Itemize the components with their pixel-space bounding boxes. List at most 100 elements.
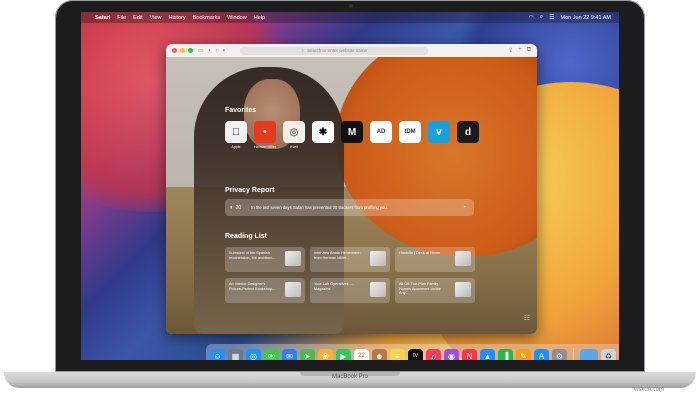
tracker-count: 20	[235, 204, 242, 211]
dock-trash-icon[interactable]: ♻	[601, 348, 616, 360]
zoom-button[interactable]	[188, 48, 193, 53]
favorite-tile-icon: ◎	[283, 121, 305, 143]
reading-list-card-title: All Off-The-Plan Family Homes Apartment …	[399, 282, 441, 296]
wifi-icon[interactable]: ◠	[529, 14, 534, 21]
favorite-label: Herman Miller	[254, 145, 276, 149]
reading-list-thumbnail	[285, 282, 301, 297]
menu-bookmarks[interactable]: Bookmarks	[193, 15, 221, 21]
dock-appstore-icon[interactable]: A	[534, 348, 549, 360]
dock-appletv-icon[interactable]: tv	[408, 348, 423, 360]
reading-list-grid: Surround of the Spanish reconession, the…	[225, 247, 475, 303]
safari-toolbar: ▭ ‹ › ◐ ⌕ Search or enter website name ⇪…	[166, 44, 537, 57]
favorite-item[interactable]: AD	[370, 121, 392, 149]
reading-list-card[interactable]: Surround of the Spanish reconession, the…	[225, 247, 305, 272]
reading-list-card-title: An Interior Designer's Picture-Perfect B…	[229, 282, 276, 291]
reading-list-card-title: Hastolfo | Desk at Home	[399, 251, 441, 255]
reading-list-title: Reading List	[225, 233, 268, 240]
menu-clock[interactable]: Mon Jun 22 9:41 AM	[561, 15, 611, 21]
dock-safari-icon[interactable]: ◎	[246, 348, 261, 360]
dock-calendar-icon[interactable]: 22	[354, 348, 369, 360]
dock: ☺ ▦ ◎ ✉ ✉ ➤ ❀ ▶ 22 ☻ ≡ tv ♫ ◉ N ▲ ▐ ✎ A ⚙ ♻	[206, 344, 619, 360]
share-icon[interactable]: ⇪	[508, 47, 513, 54]
dock-podcasts-icon[interactable]: ◉	[444, 348, 459, 360]
menu-edit[interactable]: Edit	[133, 15, 142, 21]
favorite-item[interactable]: d	[457, 121, 479, 149]
minimize-button[interactable]	[180, 48, 185, 53]
menu-view[interactable]: View	[150, 15, 162, 21]
address-placeholder: Search or enter website name	[307, 48, 368, 53]
more-icon[interactable]: ◔	[462, 205, 466, 211]
dock-separator	[573, 348, 574, 360]
control-center-icon[interactable]: ☰	[549, 14, 554, 21]
favorite-item[interactable]: v	[428, 121, 450, 149]
privacy-shield-icon[interactable]: ◐	[223, 48, 227, 54]
dock-notes-icon[interactable]: ≡	[390, 348, 405, 360]
dock-finder-icon[interactable]: ☺	[210, 348, 225, 360]
menu-file[interactable]: File	[117, 15, 126, 21]
new-tab-icon[interactable]: +	[518, 47, 522, 54]
search-icon[interactable]: ⌕	[540, 14, 543, 21]
privacy-report-card[interactable]: ◐ 20 In the last seven days Safari has p…	[225, 199, 474, 216]
dock-launchpad-icon[interactable]: ▦	[228, 348, 243, 360]
reading-list-card[interactable]: An Interior Designer's Picture-Perfect B…	[225, 278, 305, 303]
forward-icon[interactable]: ›	[216, 48, 218, 54]
reading-list-card-title: Your Lab Operatives — Magazine	[314, 282, 354, 291]
close-button[interactable]	[172, 48, 177, 53]
safari-window: ▭ ‹ › ◐ ⌕ Search or enter website name ⇪…	[166, 44, 537, 334]
favorite-item[interactable]: ◎ Kvell	[283, 121, 305, 149]
dock-photos-icon[interactable]: ❀	[318, 348, 333, 360]
reading-list-card-title: Surround of the Spanish reconession, the…	[229, 251, 276, 260]
favorite-item[interactable]: tDM	[399, 121, 421, 149]
search-icon: ⌕	[301, 48, 305, 53]
favorite-label: Kvell	[290, 145, 298, 149]
device-label: MacBook Pro	[331, 374, 368, 380]
dock-contacts-icon[interactable]: ☻	[372, 348, 387, 360]
favorite-item[interactable]:  Apple	[225, 121, 247, 149]
start-page: Favorites  Apple • Herman Miller ◎ Kvell ✱ M AD…	[166, 57, 537, 334]
favorite-tile-icon: d	[457, 121, 479, 143]
menu-help[interactable]: Help	[254, 15, 265, 21]
window-controls	[172, 48, 193, 53]
favorite-item[interactable]: M	[341, 121, 363, 149]
reading-list-card[interactable]: Your Lab Operatives — Magazine	[310, 278, 390, 303]
dock-systempreferences-icon[interactable]: ⚙	[552, 348, 567, 360]
favorites-title: Favorites	[225, 107, 257, 114]
favorite-tile-icon: •	[254, 121, 276, 143]
desktop-screen: Safari File Edit View History Bookmarks …	[81, 12, 619, 360]
favorite-item[interactable]: • Herman Miller	[254, 121, 276, 149]
dock-news-icon[interactable]: N	[462, 348, 477, 360]
favorites-grid:  Apple • Herman Miller ◎ Kvell ✱ M AD tDM vd	[225, 121, 479, 149]
favorite-tile-icon: ✱	[312, 121, 334, 143]
dock-maps-icon[interactable]: ➤	[300, 348, 315, 360]
dock-messages-icon[interactable]: ✉	[264, 348, 279, 360]
menu-app-safari[interactable]: Safari	[95, 15, 110, 21]
sidebar-icon[interactable]: ▭	[198, 47, 204, 54]
address-bar[interactable]: ⌕ Search or enter website name	[240, 46, 429, 55]
dock-mail-icon[interactable]: ✉	[282, 348, 297, 360]
privacy-report-title: Privacy Report	[225, 187, 275, 194]
dock-keynote-icon[interactable]: ▲	[480, 348, 495, 360]
dock-downloads-folder-icon[interactable]	[580, 348, 598, 360]
watermark: wsxdn.com	[634, 387, 665, 393]
favorite-tile-icon: AD	[370, 121, 392, 143]
favorite-tile-icon: tDM	[399, 121, 421, 143]
reading-list-card[interactable]: Hastolfo | Desk at Home	[395, 247, 475, 272]
favorite-tile-icon: M	[341, 121, 363, 143]
back-icon[interactable]: ‹	[209, 48, 211, 54]
dock-pages-icon[interactable]: ✎	[516, 348, 531, 360]
reading-list-thumbnail	[285, 251, 301, 266]
menu-history[interactable]: History	[168, 15, 185, 21]
tab-overview-icon[interactable]: ⧉	[527, 47, 531, 54]
dock-facetime-icon[interactable]: ▶	[336, 348, 351, 360]
favorite-tile-icon: v	[428, 121, 450, 143]
reading-list-card[interactable]: All Off-The-Plan Family Homes Apartment …	[395, 278, 475, 303]
reading-list-thumbnail	[455, 282, 471, 297]
menu-window[interactable]: Window	[227, 15, 247, 21]
dock-numbers-icon[interactable]: ▐	[498, 348, 513, 360]
reading-list-card[interactable]: Interview Amdo Heinemann from Herman Mil…	[310, 247, 390, 272]
reading-list-thumbnail	[455, 251, 471, 266]
favorite-item[interactable]: ✱	[312, 121, 334, 149]
customize-start-page-icon[interactable]: ☷	[524, 314, 530, 322]
camera	[349, 4, 353, 8]
dock-music-icon[interactable]: ♫	[426, 348, 441, 360]
